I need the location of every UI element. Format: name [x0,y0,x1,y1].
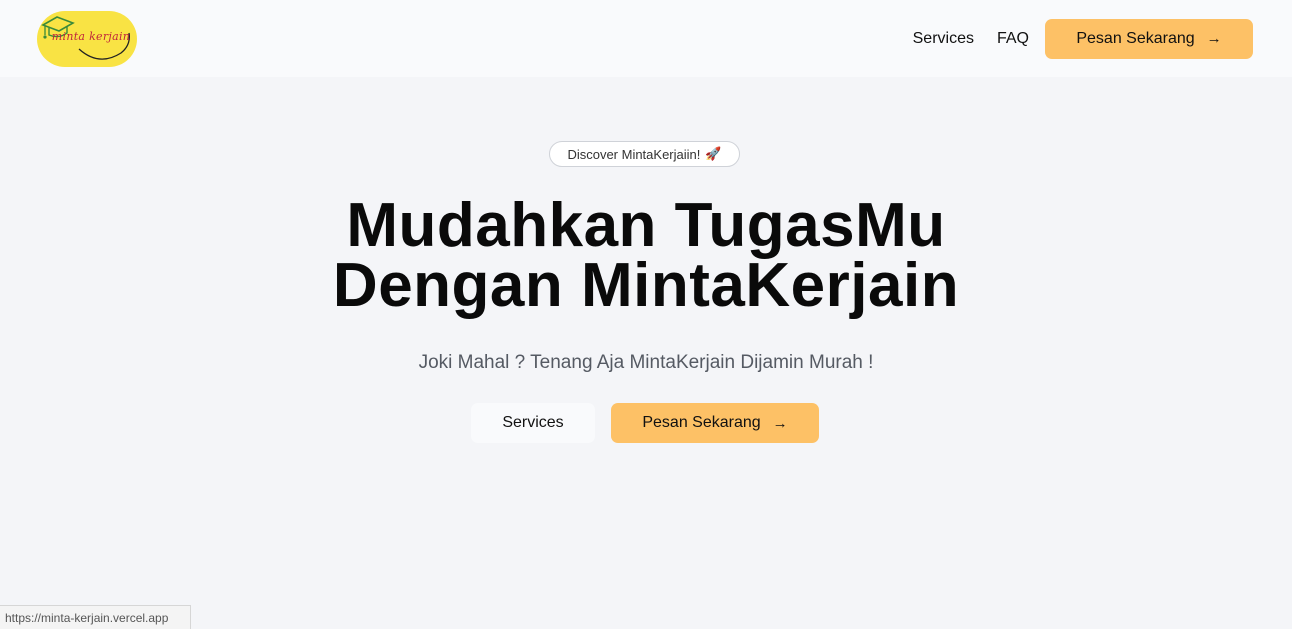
hero-order-button[interactable]: Pesan Sekarang → [611,403,819,443]
hero-services-button[interactable]: Services [471,403,595,443]
logo-text: minta kerjain [51,30,131,43]
nav-link-faq[interactable]: FAQ [997,30,1029,48]
rocket-icon: 🚀 [705,146,722,161]
hero-subtitle: Joki Mahal ? Tenang Aja MintaKerjain Dij… [418,352,874,373]
hero-title: Mudahkan TugasMu Dengan MintaKerjain [0,195,1292,317]
arrow-right-icon: → [1206,30,1222,47]
arrow-right-icon: → [772,414,788,432]
nav-order-label: Pesan Sekarang [1076,29,1195,47]
badge-text: Discover MintaKerjaiin! [567,146,701,162]
discover-badge: Discover MintaKerjaiin! 🚀 [549,141,740,167]
nav-order-button[interactable]: Pesan Sekarang → [1045,18,1253,59]
navbar: minta kerjain Services FAQ Pesan Sekaran… [0,0,1292,77]
nav-link-services[interactable]: Services [913,30,974,48]
nav-menu: Services FAQ Pesan Sekarang → [913,18,1253,59]
hero-order-label: Pesan Sekarang [642,414,761,431]
site-logo[interactable]: minta kerjain [37,10,137,67]
hero-buttons: Services Pesan Sekarang → [471,403,819,443]
hero-title-line1: Mudahkan TugasMu [346,191,946,260]
hero-title-line2: Dengan MintaKerjain [332,251,960,320]
status-bar-url: https://minta-kerjain.vercel.app [0,605,191,629]
